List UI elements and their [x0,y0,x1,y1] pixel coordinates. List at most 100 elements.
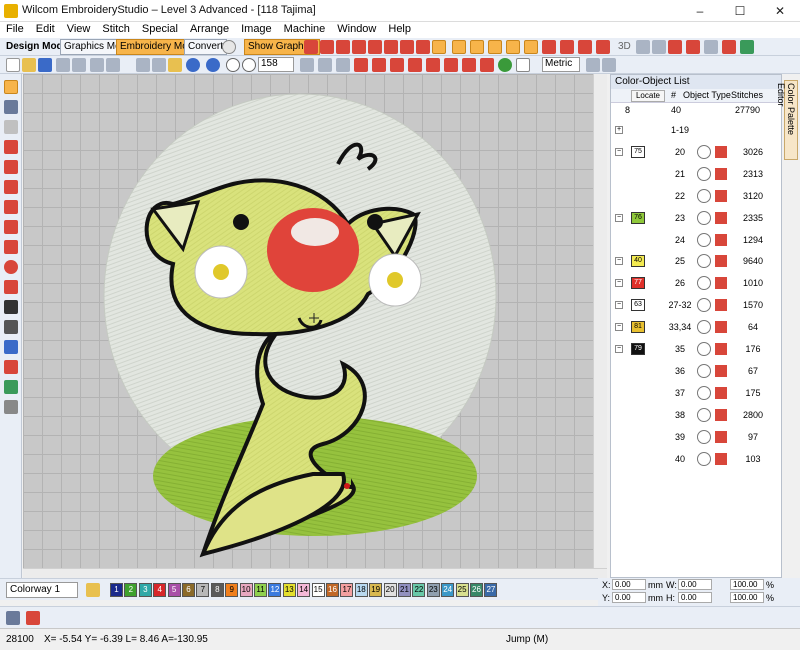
print-icon[interactable] [56,58,70,72]
color-swatch[interactable]: 18 [354,583,368,597]
color-swatch[interactable]: 23 [426,583,440,597]
table-row[interactable]: 37 175 [611,382,781,404]
table-row[interactable]: −79 35 176 [611,338,781,360]
new-file-icon[interactable] [6,58,20,72]
text-a-icon[interactable] [4,300,18,314]
table-row[interactable]: +1-19 [611,119,781,141]
color-palette-editor-tab[interactable]: Color Palette Editor [776,80,798,160]
minimize-button[interactable]: – [680,0,720,22]
palette-icon[interactable] [86,583,100,597]
color-swatch[interactable]: 4 [153,583,167,597]
close-button[interactable]: ✕ [760,0,800,22]
send-icon[interactable] [90,58,104,72]
color-swatch[interactable]: 17 [340,583,354,597]
right-eye[interactable] [367,214,383,230]
pan-icon[interactable] [318,58,332,72]
cut-icon[interactable] [136,58,150,72]
select-arrow-icon[interactable] [4,80,18,94]
menu-special[interactable]: Special [136,22,184,36]
color-chip[interactable]: 79 [631,343,645,355]
expand-toggle[interactable]: − [615,279,623,288]
view-option-icon[interactable] [652,40,666,54]
stitch-tool-icon[interactable] [354,58,368,72]
satin-stitch-icon[interactable] [320,40,334,54]
menu-stitch[interactable]: Stitch [96,22,136,36]
save-icon[interactable] [38,58,52,72]
color-chip[interactable]: 40 [631,255,645,268]
view-option-icon[interactable] [636,40,650,54]
show-connectors-icon[interactable] [470,40,484,54]
menu-file[interactable]: File [0,22,30,36]
menu-help[interactable]: Help [382,22,417,36]
colorway-select[interactable]: Colorway 1 [6,582,78,598]
design-canvas[interactable] [23,74,593,568]
convert-button[interactable]: Convert [184,39,228,55]
menu-window[interactable]: Window [331,22,382,36]
stitch-view-icon[interactable] [542,40,556,54]
expand-toggle[interactable]: − [615,301,623,310]
table-row[interactable]: 22 3120 [611,185,781,207]
table-row[interactable]: −75 20 3026 [611,141,781,163]
color-chip[interactable]: 63 [631,299,645,312]
outline-view-icon[interactable] [560,40,574,54]
color-swatch[interactable]: 2 [124,583,138,597]
table-row[interactable]: 40 103 [611,448,781,470]
stitch-type-icon[interactable] [26,611,40,625]
expand-toggle[interactable]: − [615,345,623,353]
text-tool-icon[interactable] [4,280,18,294]
wave-stitch-icon[interactable] [384,40,398,54]
table-row[interactable]: −40 25 9640 [611,250,781,272]
show-needle-points-icon[interactable] [488,40,502,54]
color-swatch[interactable]: 11 [254,583,267,597]
grid-toggle-icon[interactable] [586,58,600,72]
3d-toggle[interactable]: 3D [618,41,631,52]
fill-stitch-icon[interactable] [352,40,366,54]
grid-icon[interactable] [668,40,682,54]
stitch-tool-icon[interactable] [390,58,404,72]
color-swatch[interactable]: 19 [369,583,383,597]
color-swatch[interactable]: 8 [210,583,224,597]
color-swatch[interactable]: 25 [455,583,469,597]
globe-icon[interactable] [222,40,236,54]
color-swatch[interactable]: 26 [470,583,483,597]
scale-x-field[interactable]: 100.00 [730,579,764,590]
redo-icon[interactable] [206,58,220,72]
stitch-tool-icon[interactable] [444,58,458,72]
show-stitches-icon[interactable] [432,40,446,54]
expand-toggle[interactable]: − [615,323,623,332]
monogram-icon[interactable] [4,320,18,334]
stitch-tool-icon[interactable] [480,58,494,72]
color-chip[interactable]: 77 [631,277,645,290]
table-row[interactable]: 38 2800 [611,404,781,426]
undo-icon[interactable] [186,58,200,72]
show-functions-icon[interactable] [506,40,520,54]
digitize-icon[interactable] [4,140,18,154]
maximize-button[interactable]: ☐ [720,0,760,22]
copy-icon[interactable] [152,58,166,72]
color-chip[interactable]: 75 [631,145,645,158]
color-swatch[interactable]: 22 [412,583,426,597]
paste-icon[interactable] [168,58,182,72]
expand-toggle[interactable]: + [615,126,623,134]
expand-toggle[interactable]: − [615,257,623,266]
y-field[interactable]: 0.00 [612,592,646,603]
misc-tool-icon[interactable] [4,400,18,414]
guide-icon[interactable] [704,40,718,54]
measure-icon[interactable] [336,58,350,72]
circle-tool-icon[interactable] [4,260,18,274]
vertical-scrollbar[interactable] [593,74,607,568]
open-folder-icon[interactable] [22,58,36,72]
contour-stitch-icon[interactable] [368,40,382,54]
table-row[interactable]: 36 67 [611,360,781,382]
horizontal-scrollbar[interactable] [23,568,607,578]
nose-highlight[interactable] [291,218,339,246]
left-flower[interactable] [194,245,248,299]
digitize-icon[interactable] [4,180,18,194]
refresh-icon[interactable] [498,58,512,72]
color-swatch[interactable]: 12 [268,583,282,597]
stitch-tool-icon[interactable] [426,58,440,72]
color-swatch[interactable]: 3 [138,583,152,597]
color-swatch[interactable]: 15 [311,583,325,597]
menu-image[interactable]: Image [235,22,278,36]
zoom-in-icon[interactable] [226,58,240,72]
